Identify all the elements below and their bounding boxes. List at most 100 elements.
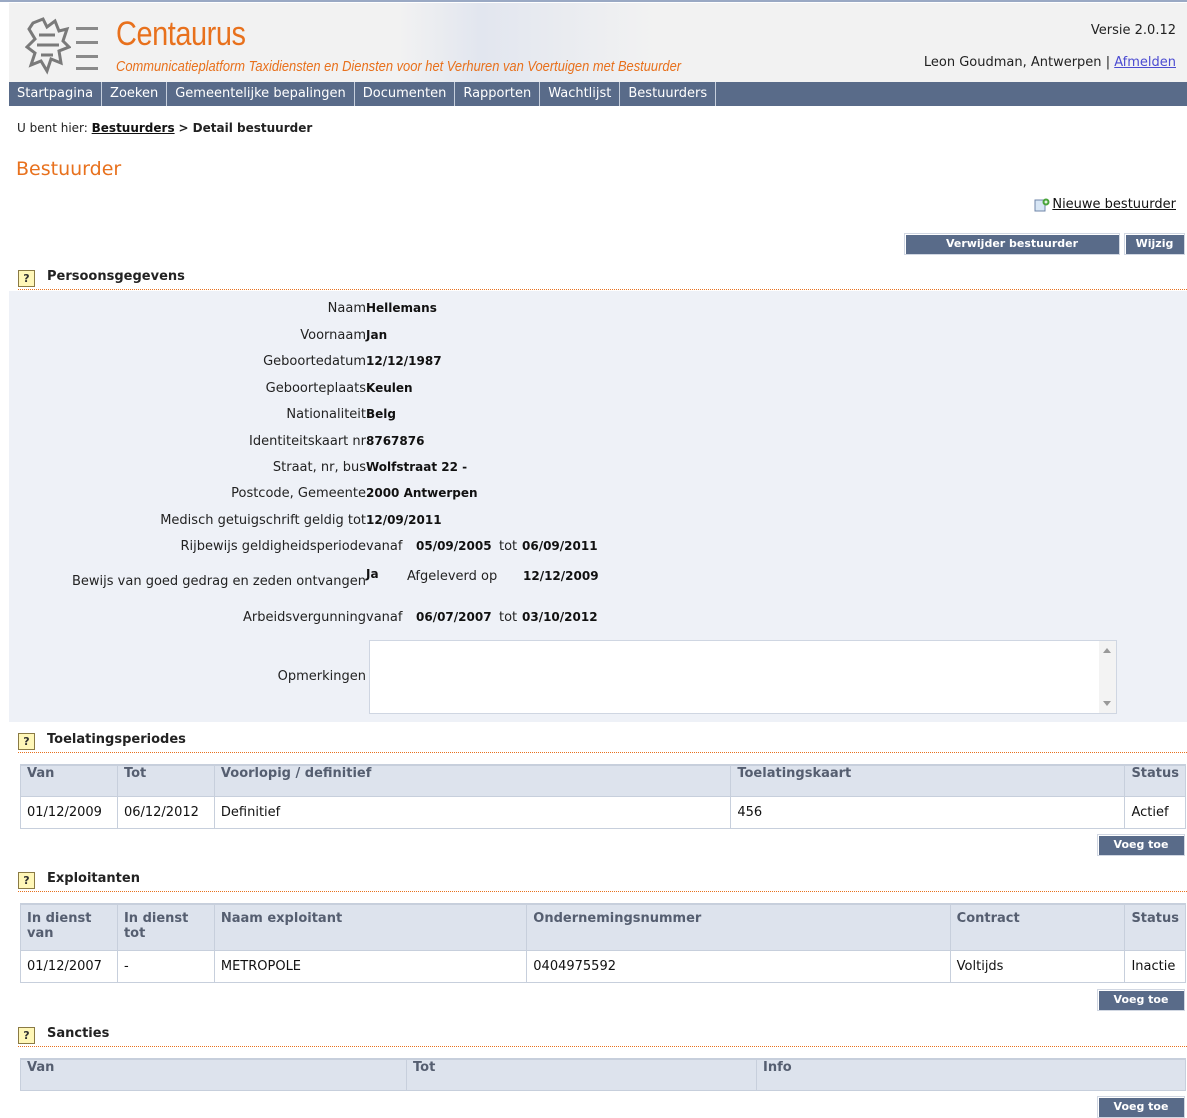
cell-van: 01/12/2009 xyxy=(20,795,118,829)
col-in-dienst-van: In dienst van xyxy=(20,903,118,951)
version-label: Versie 2.0.12 xyxy=(1090,23,1176,38)
nav-gemeentelijke-bepalingen[interactable]: Gemeentelijke bepalingen xyxy=(167,82,355,106)
col-info: Info xyxy=(756,1058,1186,1091)
user-line: Leon Goudman, Antwerpen | Afmelden xyxy=(924,55,1176,70)
arbeid-tot-label: tot xyxy=(499,610,518,625)
add-admission-button[interactable]: Voeg toe xyxy=(1097,834,1185,856)
cell-voorlopig-definitief: Definitief xyxy=(213,795,732,829)
help-icon[interactable]: ? xyxy=(18,872,35,889)
cell-ondernemingsnummer: 0404975592 xyxy=(526,949,951,983)
rijbewijs-vanaf-value: 05/09/2005 xyxy=(416,539,492,553)
medisch-label: Medisch getuigschrift geldig tot xyxy=(160,513,366,528)
table-row[interactable]: 01/12/2007 - METROPOLE 0404975592 Voltij… xyxy=(20,949,1186,983)
breadcrumb-link-bestuurders[interactable]: Bestuurders xyxy=(92,121,175,135)
col-voorlopig-definitief: Voorlopig / definitief xyxy=(213,764,732,797)
col-toelatingskaart: Toelatingskaart xyxy=(730,764,1126,797)
col-status: Status xyxy=(1124,764,1186,797)
nav-bestuurders[interactable]: Bestuurders xyxy=(620,82,717,106)
nav-startpagina[interactable]: Startpagina xyxy=(9,82,103,106)
rijbewijs-tot-label: tot xyxy=(499,539,518,554)
rijbewijs-label: Rijbewijs geldigheidsperiode xyxy=(180,539,366,554)
new-driver-icon xyxy=(1034,198,1050,211)
section-personal-title: Persoonsgegevens xyxy=(47,269,185,284)
straat-label: Straat, nr, bus xyxy=(272,460,366,475)
identiteitskaart-label: Identiteitskaart nr xyxy=(249,434,366,449)
edit-button[interactable]: Wijzig xyxy=(1124,233,1185,255)
goed-gedrag-label: Bewijs van goed gedrag en zeden ontvange… xyxy=(72,574,366,589)
logout-link[interactable]: Afmelden xyxy=(1114,55,1176,70)
col-van: Van xyxy=(20,1058,407,1091)
straat-value: Wolfstraat 22 - xyxy=(366,460,468,474)
cell-status: Actief xyxy=(1124,795,1186,829)
help-icon[interactable]: ? xyxy=(18,733,35,750)
arbeid-tot-value: 03/10/2012 xyxy=(522,610,598,624)
section-admissions: ? Toelatingsperiodes xyxy=(18,732,1187,753)
rijbewijs-tot-value: 06/09/2011 xyxy=(522,539,598,553)
table-row[interactable]: 01/12/2009 06/12/2012 Definitief 456 Act… xyxy=(20,795,1186,829)
top-border xyxy=(0,0,1187,2)
cell-naam-exploitant: METROPOLE xyxy=(213,949,528,983)
scroll-up-icon[interactable] xyxy=(1103,648,1111,653)
col-van: Van xyxy=(20,764,118,797)
voornaam-value: Jan xyxy=(366,328,388,342)
goed-gedrag-value: Ja xyxy=(366,567,379,581)
opmerkingen-textarea[interactable] xyxy=(369,640,1117,714)
user-name: Leon Goudman, Antwerpen xyxy=(923,55,1102,70)
cell-contract: Voltijds xyxy=(949,949,1126,983)
app-brand: Centaurus xyxy=(116,15,246,53)
col-tot: Tot xyxy=(406,1058,757,1091)
help-icon[interactable]: ? xyxy=(18,270,35,287)
col-ondernemingsnummer: Ondernemingsnummer xyxy=(526,903,951,951)
arbeid-vanaf-value: 06/07/2007 xyxy=(416,610,492,624)
add-operator-button[interactable]: Voeg toe xyxy=(1097,989,1185,1011)
nav-rapporten[interactable]: Rapporten xyxy=(455,82,541,106)
rijbewijs-vanaf-label: vanaf xyxy=(366,539,403,554)
nav-wachtlijst[interactable]: Wachtlijst xyxy=(540,82,621,106)
naam-label: Naam xyxy=(327,301,366,316)
medisch-value: 12/09/2011 xyxy=(366,513,442,527)
cell-tot: 06/12/2012 xyxy=(116,795,215,829)
cell-in-dienst-tot: - xyxy=(116,949,215,983)
col-status: Status xyxy=(1124,903,1186,951)
cell-status: Inactie xyxy=(1124,949,1186,983)
app-subtitle: Communicatieplatform Taxidiensten en Die… xyxy=(116,58,682,75)
geboorteplaats-label: Geboorteplaats xyxy=(265,381,366,396)
nav-zoeken[interactable]: Zoeken xyxy=(102,82,168,106)
geboortedatum-label: Geboortedatum xyxy=(263,354,366,369)
personal-panel: Naam Hellemans Voornaam Jan Geboortedatu… xyxy=(9,291,1187,722)
nav-documenten[interactable]: Documenten xyxy=(355,82,456,106)
admissions-table: Van Tot Voorlopig / definitief Toelating… xyxy=(20,764,1186,829)
new-driver-link[interactable]: Nieuwe bestuurder xyxy=(1034,197,1176,212)
afgeleverd-value: 12/12/2009 xyxy=(523,569,599,583)
breadcrumb-current: > Detail bestuurder xyxy=(178,121,313,135)
col-in-dienst-tot: In dienst tot xyxy=(116,903,215,951)
col-naam-exploitant: Naam exploitant xyxy=(213,903,528,951)
identiteitskaart-value: 8767876 xyxy=(366,434,425,448)
textarea-scrollbar[interactable] xyxy=(1099,641,1116,713)
operators-table: In dienst van In dienst tot Naam exploit… xyxy=(20,903,1186,983)
section-personal: ? Persoonsgegevens xyxy=(18,269,1187,290)
add-sanction-button[interactable]: Voeg toe xyxy=(1097,1096,1185,1118)
sanctions-table: Van Tot Info xyxy=(20,1058,1186,1091)
section-sanctions: ? Sancties xyxy=(18,1026,1187,1047)
arbeidsvergunning-label: Arbeidsvergunning xyxy=(242,610,366,625)
col-contract: Contract xyxy=(949,903,1126,951)
geboorteplaats-value: Keulen xyxy=(366,381,413,395)
geboortedatum-value: 12/12/1987 xyxy=(366,354,442,368)
voornaam-label: Voornaam xyxy=(300,328,366,343)
new-driver-label: Nieuwe bestuurder xyxy=(1052,197,1176,212)
section-operators-title: Exploitanten xyxy=(47,871,140,886)
help-icon[interactable]: ? xyxy=(18,1027,35,1044)
nationaliteit-value: Belg xyxy=(366,407,396,421)
breadcrumb-prefix: U bent hier: xyxy=(17,121,88,135)
nationaliteit-label: Nationaliteit xyxy=(286,407,366,422)
afgeleverd-label: Afgeleverd op xyxy=(407,569,498,584)
app-header: Centaurus Communicatieplatform Taxidiens… xyxy=(9,3,1187,82)
section-operators: ? Exploitanten xyxy=(18,871,1187,892)
page-title: Bestuurder xyxy=(16,158,122,180)
naam-value: Hellemans xyxy=(366,301,437,315)
cell-in-dienst-van: 01/12/2007 xyxy=(20,949,118,983)
postcode-value: 2000 Antwerpen xyxy=(366,486,478,500)
delete-driver-button[interactable]: Verwijder bestuurder xyxy=(904,233,1120,255)
scroll-down-icon[interactable] xyxy=(1103,701,1111,706)
